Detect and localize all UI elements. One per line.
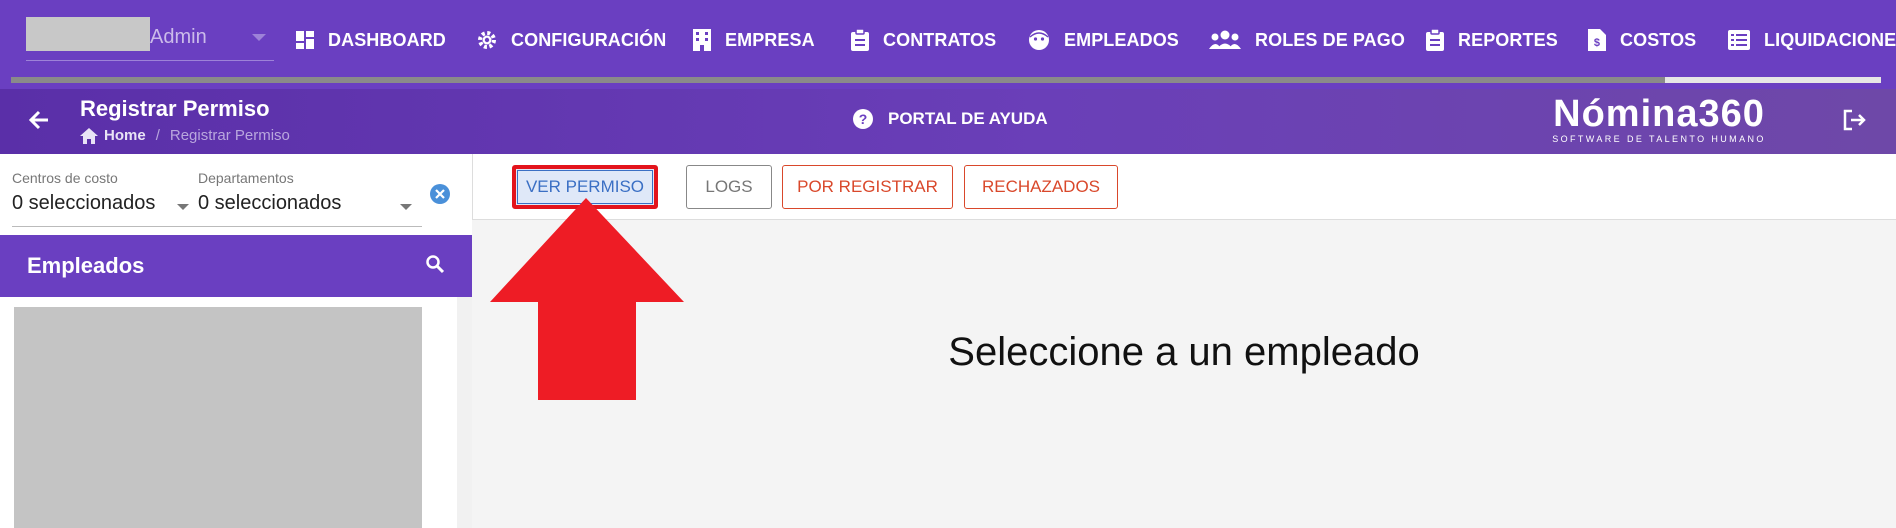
invoice-icon: $ [1588,29,1606,51]
nav-item-reportes[interactable]: REPORTES [1426,22,1558,58]
logo-main: Nómina360 [1553,93,1765,135]
cost-center-label: Centros de costo [12,170,118,186]
arrow-back-icon[interactable] [28,109,50,131]
logo-tagline: SOFTWARE DE TALENTO HUMANO [1552,134,1766,144]
cost-center-filter[interactable]: Centros de costo 0 seleccionados [12,170,155,215]
employees-title: Empleados [27,253,145,278]
gear-icon [478,31,496,49]
nav-label: CONFIGURACIÓN [511,29,667,50]
clipboard-icon [851,29,869,51]
breadcrumb-separator: / [155,127,160,144]
user-selector[interactable]: Admin [26,14,274,61]
nav-label: COSTOS [1620,29,1697,50]
employee-sidebar: Centros de costo 0 seleccionados Departa… [0,154,472,528]
breadcrumb-current: Registrar Permiso [169,127,290,144]
breadcrumb: Home / Registrar Permiso [80,127,290,144]
nav-label: REPORTES [1458,29,1558,50]
page-title: Registrar Permiso [80,96,270,121]
clear-filters-icon[interactable] [429,183,451,205]
nav-label: LIQUIDACIONE [1764,29,1896,50]
nav-label: DASHBOARD [328,29,446,50]
chevron-down-icon[interactable] [252,34,266,41]
filter-underline [12,226,422,227]
nav-item-empresa[interactable]: EMPRESA [693,22,815,58]
help-icon: ? [853,109,873,129]
search-icon[interactable] [425,254,445,274]
building-icon [693,29,711,51]
nav-item-contratos[interactable]: CONTRATOS [851,22,996,58]
employees-header: Empleados [0,235,472,297]
nav-item-empleados[interactable]: EMPLEADOS [1028,22,1179,58]
chevron-down-icon[interactable] [177,204,189,210]
nav-item-configuracion[interactable]: CONFIGURACIÓN [477,22,666,58]
por-registrar-button[interactable]: POR REGISTRAR [782,165,953,209]
annotation-arrow-icon [490,198,684,400]
nav-label: CONTRATOS [883,29,997,50]
svg-text:$: $ [1594,37,1600,49]
home-icon [80,127,98,144]
chevron-down-icon[interactable] [400,204,412,210]
logout-icon[interactable] [1842,109,1866,131]
help-portal-label: PORTAL DE AYUDA [888,109,1048,128]
nav-item-roles-de-pago[interactable]: ROLES DE PAGO [1209,22,1405,58]
logo: Nómina360 SOFTWARE DE TALENTO HUMANO [1548,94,1770,144]
nav-scroll-track[interactable] [11,77,1881,83]
top-navigation: Admin DASHBOARD CONFIGURACIÓN EMPRESA CO… [0,0,1896,89]
face-icon [1029,30,1049,50]
employee-list-scrollbar[interactable] [457,297,472,528]
nav-item-dashboard[interactable]: DASHBOARD [296,22,446,58]
people-icon [1209,30,1241,49]
nav-item-costos[interactable]: $ COSTOS [1588,22,1696,58]
user-avatar [26,17,150,51]
rechazados-button[interactable]: RECHAZADOS [964,165,1118,209]
cost-center-value[interactable]: 0 seleccionados [12,192,155,215]
page-header: Registrar Permiso Home / Registrar Permi… [0,89,1896,154]
nav-label: ROLES DE PAGO [1255,29,1405,50]
list-icon [1728,30,1750,50]
logs-button[interactable]: LOGS [686,165,772,209]
clipboard-icon [1426,29,1444,51]
nav-label: EMPLEADOS [1064,29,1179,50]
employee-list[interactable] [14,307,422,528]
dashboard-icon [296,31,314,49]
breadcrumb-home[interactable]: Home [104,127,146,144]
department-label: Departamentos [198,170,294,186]
nav-scroll-indicator[interactable] [1665,77,1881,83]
department-value[interactable]: 0 seleccionados [198,192,341,215]
help-portal-link[interactable]: ? PORTAL DE AYUDA [852,108,1048,130]
department-filter[interactable]: Departamentos 0 seleccionados [198,170,341,215]
nav-label: EMPRESA [725,29,815,50]
svg-text:?: ? [859,111,868,127]
nav-item-liquidaciones[interactable]: LIQUIDACIONE [1728,22,1896,58]
user-name: Admin [150,26,207,48]
